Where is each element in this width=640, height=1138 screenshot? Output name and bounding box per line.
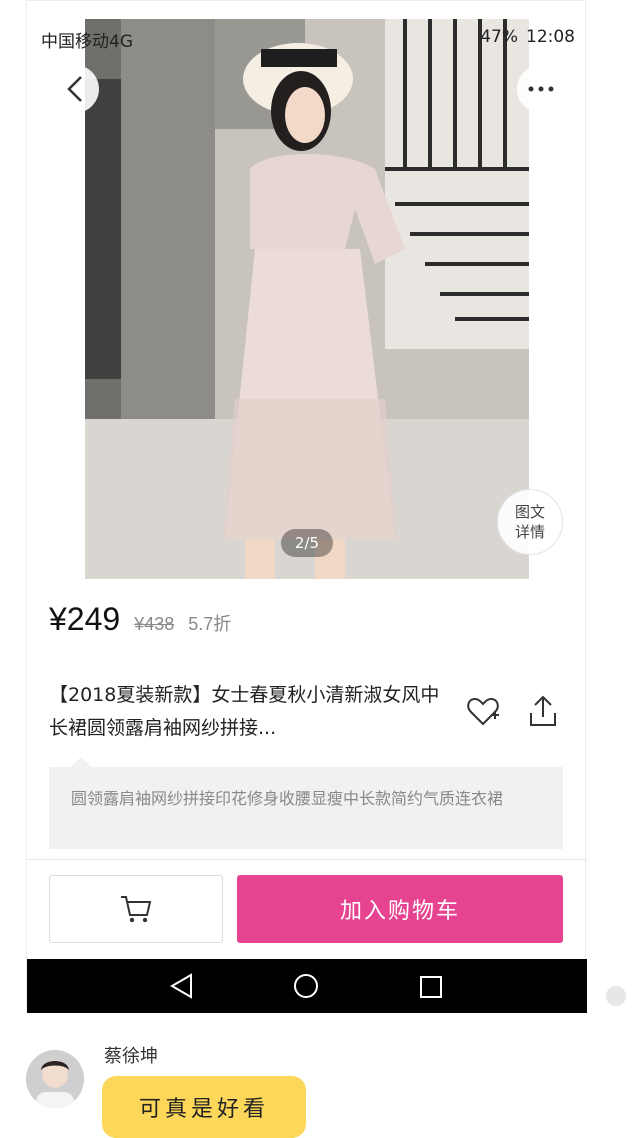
nav-back-button[interactable] xyxy=(169,973,195,1003)
share-button[interactable] xyxy=(525,693,561,729)
detail-button-line1: 图文 xyxy=(514,503,545,521)
share-icon xyxy=(530,695,556,726)
nav-recent-button[interactable] xyxy=(419,975,443,1003)
status-right: 47% 12:08 xyxy=(480,27,575,47)
nav-home-button[interactable] xyxy=(293,973,319,1003)
chevron-left-icon xyxy=(67,76,82,102)
carrier-label: 中国移动4G xyxy=(41,32,133,52)
chat-sender-name: 蔡徐坤 xyxy=(104,1046,158,1067)
product-image[interactable] xyxy=(85,19,529,579)
avatar[interactable] xyxy=(26,1050,84,1108)
product-photo xyxy=(85,19,529,579)
more-dots-icon xyxy=(528,86,554,92)
detail-button-line2: 详情 xyxy=(514,523,545,541)
phone-screenshot: 中国移动4G 47% 12:08 2/5 图文 详情 ¥249 ¥438 5.7… xyxy=(26,0,587,1013)
discount-label: 5.7折 xyxy=(188,614,232,634)
product-description: 圆领露肩袖网纱拼接印花修身收腰显瘦中长款简约气质连衣裙 xyxy=(49,767,563,849)
side-dot xyxy=(606,986,626,1006)
description-caret xyxy=(71,757,91,767)
add-to-cart-button[interactable]: 加入购物车 xyxy=(237,875,563,943)
product-title: 【2018夏装新款】女士春夏秋小清新淑女风中长裙圆领露肩袖网纱拼接... xyxy=(49,684,440,739)
page-indicator: 2/5 xyxy=(281,529,333,557)
battery-percent: 47% xyxy=(480,27,518,47)
current-price: ¥249 xyxy=(49,601,121,637)
back-button[interactable] xyxy=(51,65,99,113)
heart-plus-icon xyxy=(467,697,499,726)
more-button[interactable] xyxy=(517,65,565,113)
original-price: ¥438 xyxy=(134,614,175,634)
divider xyxy=(27,859,587,860)
chat-message-bubble[interactable]: 可真是好看 xyxy=(102,1076,306,1138)
clock: 12:08 xyxy=(526,27,575,47)
price-row: ¥249 ¥438 5.7折 xyxy=(49,601,231,638)
triangle-back-icon xyxy=(170,973,192,999)
circle-home-icon xyxy=(294,974,318,998)
avatar-photo xyxy=(26,1050,84,1108)
status-bar: 中国移动4G 47% 12:08 xyxy=(27,1,587,59)
cart-icon xyxy=(121,896,152,923)
cart-button[interactable] xyxy=(49,875,223,943)
favorite-button[interactable] xyxy=(465,693,501,729)
square-recent-icon xyxy=(420,976,442,998)
android-nav-bar xyxy=(27,959,587,1013)
image-detail-button[interactable]: 图文 详情 xyxy=(497,489,563,555)
